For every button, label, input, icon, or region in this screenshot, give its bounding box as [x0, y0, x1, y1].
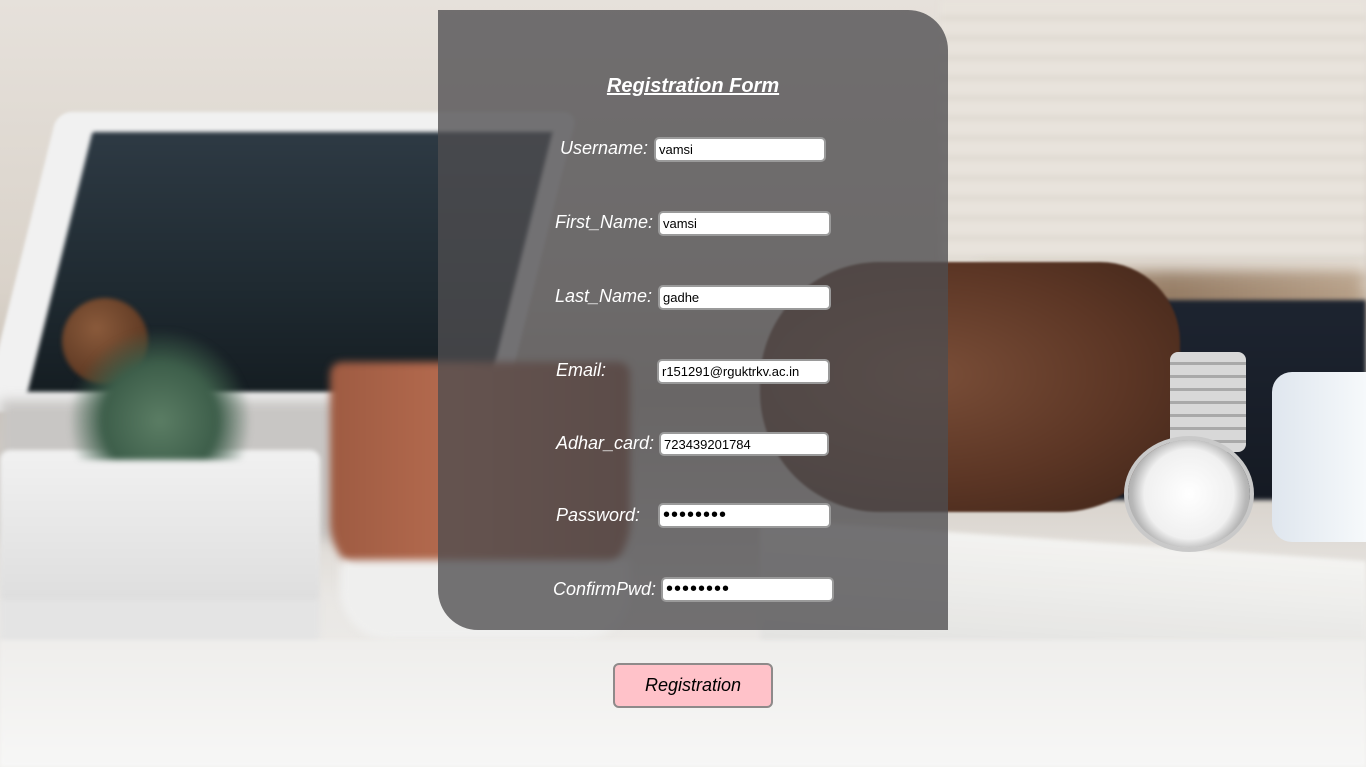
first-name-label: First_Name: — [555, 212, 654, 232]
confirm-password-input[interactable] — [661, 577, 834, 602]
background-watch-band — [1170, 352, 1246, 452]
email-input[interactable] — [657, 359, 830, 384]
adhar-card-input[interactable] — [659, 432, 829, 456]
last-name-input[interactable] — [658, 285, 831, 310]
username-label: Username: — [560, 138, 649, 158]
password-label: Password: — [556, 505, 641, 525]
email-label: Email: — [556, 360, 607, 380]
form-title: Registration Form — [606, 75, 780, 97]
last-name-label: Last_Name: — [555, 286, 653, 306]
registration-button[interactable]: Registration — [613, 663, 773, 708]
first-name-input[interactable] — [658, 211, 831, 236]
registration-form: Registration Form Username: First_Name: … — [438, 10, 948, 630]
background-succulent — [70, 330, 250, 460]
background-plant-pot — [0, 450, 320, 620]
password-input[interactable] — [658, 503, 831, 528]
background-blinds — [940, 0, 1366, 290]
confirm-password-label: ConfirmPwd: — [553, 579, 657, 599]
username-input[interactable] — [654, 137, 826, 162]
background-shirt-cuff — [1272, 372, 1366, 542]
background-watch — [1128, 440, 1250, 548]
adhar-card-label: Adhar_card: — [556, 433, 655, 453]
